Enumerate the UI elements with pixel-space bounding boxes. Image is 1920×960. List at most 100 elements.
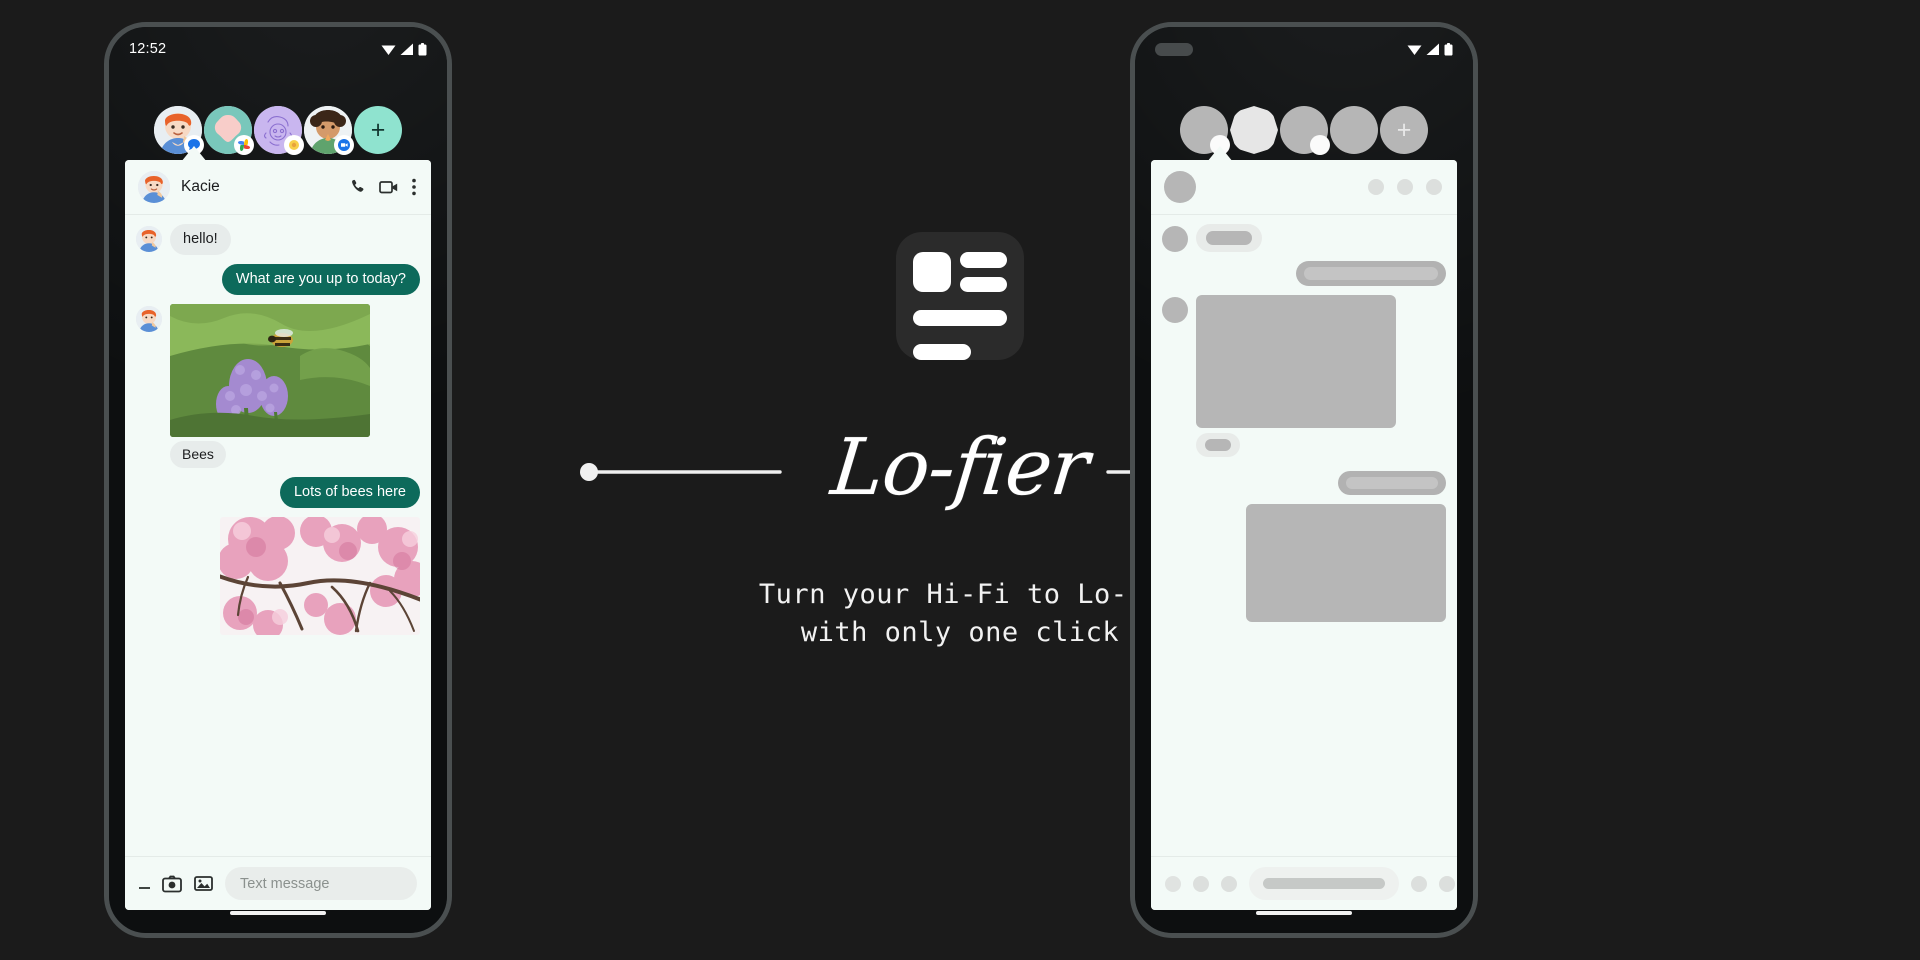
dash-icon-placeholder[interactable] [1165, 875, 1181, 892]
add-bubble-face: + [354, 106, 402, 154]
wifi-icon [381, 45, 396, 55]
text-placeholder [1304, 267, 1438, 280]
image-caption[interactable]: Bees [170, 441, 226, 468]
phone-icon-placeholder[interactable] [1368, 179, 1384, 195]
text-message-input[interactable]: Text message [225, 867, 417, 900]
avatar [136, 306, 162, 332]
composer: Text message [125, 856, 431, 910]
text-placeholder [1206, 231, 1252, 245]
bubble-avatar-placeholder-4[interactable] [1330, 106, 1378, 154]
contact-avatar-placeholder [1164, 171, 1196, 203]
panel-pointer [181, 146, 207, 162]
signal-icon [1426, 43, 1439, 55]
video-camera-icon[interactable] [379, 179, 399, 195]
video-camera-icon-placeholder[interactable] [1397, 179, 1413, 195]
caption-placeholder[interactable] [1196, 433, 1240, 457]
avatar [136, 226, 162, 252]
chat-header [1151, 160, 1457, 215]
sticker-icon [284, 135, 304, 155]
status-clock: 12:52 [129, 41, 167, 57]
hi-fi-phone: 12:52 + Kacie hello! What are you up to … [104, 22, 452, 938]
battery-icon [418, 42, 427, 55]
bubble-avatar-4[interactable] [304, 106, 354, 155]
status-icons [381, 42, 427, 56]
panel-pointer [1207, 146, 1233, 162]
hi-fi-screen: 12:52 + Kacie hello! What are you up to … [109, 27, 447, 933]
action-icon-placeholder[interactable] [1411, 875, 1427, 892]
message-row-incoming-image [1162, 295, 1446, 462]
text-placeholder [1346, 477, 1438, 489]
message-bubble-placeholder[interactable] [1196, 224, 1262, 252]
message-row-outgoing: What are you up to today? [136, 264, 420, 295]
camera-icon[interactable] [162, 875, 182, 893]
message-bubble-placeholder[interactable] [1338, 471, 1446, 495]
message-row-outgoing: Lots of bees here [136, 477, 420, 508]
logo-bar [960, 252, 1007, 268]
status-icons [1407, 42, 1453, 56]
photo-placeholder[interactable] [1196, 295, 1396, 428]
message-bubble[interactable]: What are you up to today? [221, 264, 420, 295]
chat-panel: Kacie hello! What are you up to today? B… [125, 160, 431, 910]
overflow-menu-icon-placeholder[interactable] [1426, 179, 1442, 195]
text-placeholder [1205, 439, 1231, 451]
message-row-outgoing-image [1162, 504, 1446, 622]
send-icon-placeholder[interactable] [1439, 875, 1455, 892]
bubble-avatar-placeholder-2[interactable] [1230, 106, 1278, 154]
logo-wide-bar [913, 310, 1007, 326]
avatar-placeholder [1162, 226, 1188, 252]
camera-icon-placeholder[interactable] [1193, 875, 1209, 892]
page-root: 12:52 + Kacie hello! What are you up to … [0, 0, 1920, 960]
chat-actions [1368, 179, 1444, 195]
dash-icon[interactable] [139, 886, 150, 889]
photo-bees-on-purple-flowers[interactable] [170, 304, 370, 437]
overflow-menu-icon[interactable] [412, 178, 416, 196]
composer [1151, 856, 1457, 910]
message-row-incoming: hello! [136, 224, 420, 255]
image-message-group [1196, 295, 1396, 462]
add-conversation-button[interactable]: + [1380, 106, 1428, 154]
gesture-bar[interactable] [230, 911, 326, 915]
message-bubble[interactable]: Lots of bees here [279, 477, 420, 508]
chat-actions [348, 178, 418, 196]
gallery-icon-placeholder[interactable] [1221, 875, 1237, 892]
message-list: hello! What are you up to today? Bees Lo… [125, 215, 431, 856]
chat-panel [1151, 160, 1457, 910]
add-bubble-face: + [1380, 106, 1428, 154]
bubble-row: + [109, 105, 447, 155]
add-conversation-button[interactable]: + [354, 106, 402, 154]
status-bar [1135, 27, 1473, 71]
badge-placeholder [1310, 135, 1330, 155]
image-message-group: Bees [170, 304, 370, 468]
message-list [1151, 215, 1457, 856]
photos-icon [234, 135, 254, 155]
gesture-bar[interactable] [1256, 911, 1352, 915]
duo-icon [334, 135, 354, 155]
wifi-icon [1407, 45, 1422, 55]
lo-fi-wireframe-phone: + [1130, 22, 1478, 938]
avatar-placeholder [1330, 106, 1378, 154]
lofier-logo [896, 232, 1024, 360]
avatar-placeholder [1230, 106, 1278, 154]
message-row-incoming-image: Bees [136, 304, 420, 468]
bubble-avatar-placeholder-3[interactable] [1280, 106, 1330, 155]
contact-avatar [138, 171, 170, 203]
lo-fi-screen: + [1135, 27, 1473, 933]
bubble-avatar-3[interactable] [254, 106, 304, 155]
chat-header: Kacie [125, 160, 431, 215]
bubble-avatar-2[interactable] [204, 106, 254, 155]
message-row-outgoing [1162, 471, 1446, 495]
photo-placeholder[interactable] [1246, 504, 1446, 622]
gallery-icon[interactable] [194, 875, 213, 892]
photo-pink-cherry-blossoms[interactable] [220, 517, 420, 635]
message-row-incoming [1162, 224, 1446, 252]
message-bubble-placeholder[interactable] [1296, 261, 1446, 286]
text-message-input-placeholder[interactable] [1249, 867, 1399, 900]
signal-icon [400, 43, 413, 55]
bubble-row: + [1135, 105, 1473, 155]
status-clock-placeholder [1155, 42, 1193, 56]
logo-bar [960, 276, 1007, 292]
phone-icon[interactable] [348, 178, 366, 196]
wordmark: Lo-fier [827, 423, 1093, 513]
message-bubble[interactable]: hello! [170, 224, 231, 255]
tagline: Turn your Hi-Fi to Lo-Fi with only one c… [758, 579, 1162, 649]
